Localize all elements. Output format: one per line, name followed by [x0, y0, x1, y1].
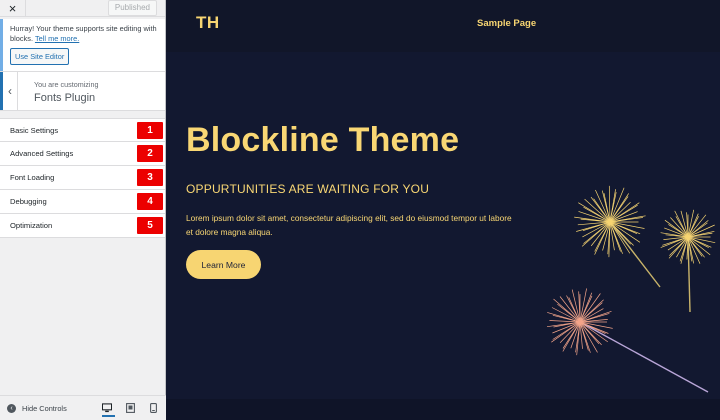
tell-me-more-link[interactable]: Tell me more.	[35, 34, 79, 43]
dandelion-illustration	[546, 185, 716, 393]
menu-item-label: Optimization	[10, 221, 53, 230]
desktop-preview-icon[interactable]	[102, 403, 115, 417]
site-editor-notice: Hurray! Your theme supports site editing…	[0, 19, 165, 71]
section-header: ‹ You are customizing Fonts Plugin	[0, 71, 165, 111]
menu-item-basic-settings[interactable]: Basic Settings 1	[0, 118, 165, 142]
menu-item-advanced-settings[interactable]: Advanced Settings 2	[0, 142, 165, 166]
hero-title: Blockline Theme	[186, 121, 460, 159]
preview-bottom-strip	[166, 399, 720, 420]
mobile-preview-icon[interactable]	[148, 403, 158, 413]
site-header: TH Sample Page	[166, 0, 720, 52]
number-badge: 2	[137, 145, 163, 162]
close-customizer-button[interactable]: ×	[0, 0, 26, 17]
notice-text: Hurray! Your theme supports site editing…	[10, 24, 159, 44]
site-logo[interactable]: TH	[196, 13, 220, 33]
hide-controls-button[interactable]: Hide Controls	[22, 404, 67, 413]
collapse-icon[interactable]: ‹	[7, 403, 16, 413]
number-badge: 4	[137, 193, 163, 210]
menu-item-label: Font Loading	[10, 173, 55, 182]
number-badge: 5	[137, 217, 163, 234]
menu-item-label: Basic Settings	[10, 125, 59, 135]
learn-more-button[interactable]: Learn More	[186, 250, 261, 279]
site-preview: TH Sample Page Blockline Theme OPPURTUNI…	[166, 0, 720, 420]
number-badge: 1	[137, 122, 163, 139]
hero-section: Blockline Theme OPPURTUNITIES ARE WAITIN…	[166, 52, 720, 399]
customizer-sidebar: × Published Hurray! Your theme supports …	[0, 0, 166, 420]
menu-item-font-loading[interactable]: Font Loading 3	[0, 166, 165, 190]
menu-item-label: Advanced Settings	[10, 149, 74, 158]
menu-item-label: Debugging	[10, 197, 47, 206]
hero-body-text: Lorem ipsum dolor sit amet, consectetur …	[186, 213, 512, 237]
customizer-footer: ‹ Hide Controls	[0, 395, 166, 420]
use-site-editor-button[interactable]: Use Site Editor	[10, 48, 70, 65]
notice-message: Hurray! Your theme supports site editing…	[10, 24, 157, 43]
menu-item-optimization[interactable]: Optimization 5	[0, 214, 165, 238]
settings-menu: Basic Settings 1 Advanced Settings 2 Fon…	[0, 118, 165, 238]
hero-subtitle: OPPURTUNITIES ARE WAITING FOR YOU	[186, 182, 430, 196]
back-button[interactable]: ‹	[0, 72, 18, 110]
chevron-left-icon: ‹	[8, 84, 12, 98]
published-button[interactable]: Published	[107, 0, 157, 16]
menu-item-debugging[interactable]: Debugging 4	[0, 190, 165, 214]
section-title: Fonts Plugin	[34, 92, 96, 104]
nav-link-sample-page[interactable]: Sample Page	[477, 18, 536, 29]
number-badge: 3	[137, 169, 163, 186]
customizing-label: You are customizing	[34, 80, 99, 89]
tablet-preview-icon[interactable]	[125, 403, 135, 413]
customizer-topbar: × Published	[0, 0, 165, 17]
